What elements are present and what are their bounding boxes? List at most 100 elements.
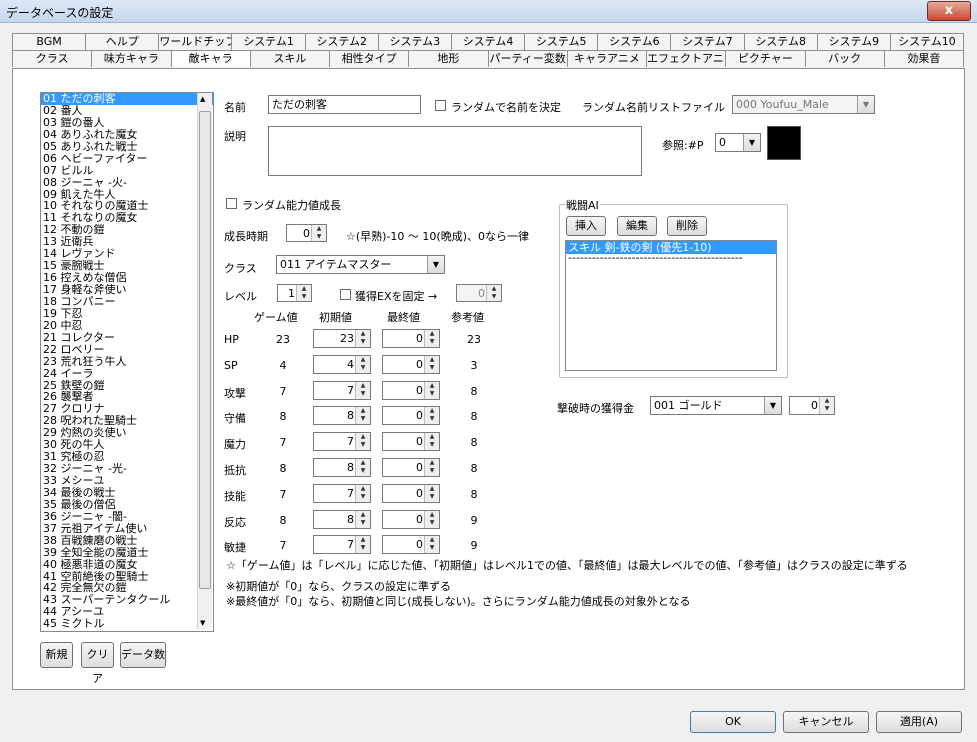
list-item[interactable]: 42 完全無欠の鎧 xyxy=(41,582,213,594)
stat-final-stepper[interactable]: 0 ▲ ▼ xyxy=(382,354,440,374)
stat-final-stepper[interactable]: 0 ▲ ▼ xyxy=(382,483,440,503)
tab-tabs_row2-7[interactable]: キャラアニメ xyxy=(566,50,647,67)
list-item[interactable]: 40 極悪非道の魔女 xyxy=(41,559,213,571)
tab-tabs_row1-7[interactable]: システム5 xyxy=(524,33,599,50)
gold-amount-stepper[interactable]: 0 ▲ ▼ xyxy=(789,396,835,415)
list-item[interactable]: 09 飢えた牛人 xyxy=(41,189,213,201)
stepper-arrows-icon[interactable]: ▲ ▼ xyxy=(355,381,370,399)
list-item[interactable]: 24 イーラ xyxy=(41,368,213,380)
list-item[interactable]: 32 ジーニャ -光- xyxy=(41,463,213,475)
stat-initial-stepper[interactable]: 23 ▲ ▼ xyxy=(313,329,371,348)
list-item[interactable]: 10 それなりの魔道士 xyxy=(41,200,213,212)
stepper-arrows-icon[interactable]: ▲ ▼ xyxy=(355,355,370,373)
close-button[interactable]: x xyxy=(927,1,971,21)
list-item[interactable]: 36 ジーニャ -闇- xyxy=(41,511,213,523)
stepper-arrows-icon[interactable]: ▲ ▼ xyxy=(311,225,326,241)
stepper-arrows-icon[interactable]: ▲ ▼ xyxy=(424,459,439,476)
list-item[interactable]: 27 クロリナ xyxy=(41,403,213,415)
list-item[interactable]: 17 身軽な斧使い xyxy=(41,284,213,296)
ai-delete-button[interactable]: 削除 xyxy=(667,216,707,236)
list-item[interactable]: 25 鉄壁の鎧 xyxy=(41,380,213,392)
chevron-down-icon[interactable]: ▼ xyxy=(743,134,760,151)
tab-tabs_row2-10[interactable]: バック xyxy=(804,50,885,67)
ai-list-separator[interactable]: ----------------------------------------… xyxy=(566,254,776,262)
list-item[interactable]: 35 最後の僧侶 xyxy=(41,499,213,511)
list-item[interactable]: 18 コンパニー xyxy=(41,296,213,308)
stat-initial-stepper[interactable]: 8 ▲ ▼ xyxy=(313,458,371,477)
stepper-arrows-icon[interactable]: ▲ ▼ xyxy=(424,355,439,373)
random-growth-checkbox[interactable] xyxy=(226,198,237,209)
list-item[interactable]: 05 ありふれた戦士 xyxy=(41,141,213,153)
tab-tabs_row2-0[interactable]: クラス xyxy=(12,50,93,67)
stepper-arrows-icon[interactable]: ▲ ▼ xyxy=(355,510,370,528)
stepper-arrows-icon[interactable]: ▲ ▼ xyxy=(424,330,439,347)
fix-ex-checkbox[interactable] xyxy=(340,289,351,300)
list-item[interactable]: 16 控えめな僧侶 xyxy=(41,272,213,284)
list-item[interactable]: 15 豪腕戦士 xyxy=(41,260,213,272)
list-item[interactable]: 22 ロベリー xyxy=(41,344,213,356)
list-item[interactable]: 26 襲撃者 xyxy=(41,391,213,403)
tab-tabs_row1-2[interactable]: ワールドチップ xyxy=(158,33,233,50)
stepper-arrows-icon[interactable]: ▲ ▼ xyxy=(296,285,311,301)
tab-tabs_row1-5[interactable]: システム3 xyxy=(377,33,452,50)
list-scrollbar[interactable]: ▲ ▼ xyxy=(197,93,212,629)
tab-tabs_row2-5[interactable]: 地形 xyxy=(408,50,489,67)
stepper-arrows-icon[interactable]: ▲ ▼ xyxy=(424,536,439,554)
stepper-arrows-icon[interactable]: ▲ ▼ xyxy=(355,459,370,476)
tab-tabs_row1-10[interactable]: システム8 xyxy=(743,33,818,50)
ai-insert-button[interactable]: 挿入 xyxy=(566,216,606,236)
stepper-arrows-icon[interactable]: ▲ ▼ xyxy=(355,433,370,451)
reference-select[interactable]: 0 ▼ xyxy=(715,133,761,152)
list-item[interactable]: 38 百戦錬磨の戦士 xyxy=(41,535,213,547)
chevron-down-icon[interactable]: ▼ xyxy=(427,256,444,273)
stepper-arrows-icon[interactable]: ▲ ▼ xyxy=(355,536,370,554)
description-textarea[interactable] xyxy=(268,126,642,176)
tab-tabs_row2-3[interactable]: スキル xyxy=(249,50,330,67)
list-item[interactable]: 43 スーパーテンタクール xyxy=(41,594,213,606)
ai-list-item[interactable]: スキル 剣-鉄の剣 (優先1-10) xyxy=(566,241,776,254)
stat-final-stepper[interactable]: 0 ▲ ▼ xyxy=(382,329,440,348)
list-item[interactable]: 13 近衛兵 xyxy=(41,236,213,248)
stat-final-stepper[interactable]: 0 ▲ ▼ xyxy=(382,535,440,555)
stat-initial-stepper[interactable]: 7 ▲ ▼ xyxy=(313,535,371,555)
fix-ex-stepper[interactable]: 0 ▲ ▼ xyxy=(456,284,502,302)
tab-tabs_row2-4[interactable]: 相性タイプ xyxy=(329,50,410,67)
reference-color-swatch[interactable] xyxy=(767,126,801,160)
cancel-button[interactable]: キャンセル xyxy=(783,711,869,733)
stat-initial-stepper[interactable]: 7 ▲ ▼ xyxy=(313,432,371,452)
growth-stepper[interactable]: 0 ▲ ▼ xyxy=(286,224,327,242)
list-item[interactable]: 01 ただの刺客 xyxy=(41,93,213,105)
list-item[interactable]: 12 不動の鎧 xyxy=(41,224,213,236)
scroll-thumb[interactable] xyxy=(199,111,211,589)
scroll-down-icon[interactable]: ▼ xyxy=(200,619,205,627)
list-item[interactable]: 41 空前絶後の聖騎士 xyxy=(41,571,213,583)
list-item[interactable]: 30 死の牛人 xyxy=(41,439,213,451)
ai-edit-button[interactable]: 編集 xyxy=(617,216,657,236)
list-item[interactable]: 03 鎧の番人 xyxy=(41,117,213,129)
stepper-arrows-icon[interactable]: ▲ ▼ xyxy=(424,381,439,399)
stepper-arrows-icon[interactable]: ▲ ▼ xyxy=(486,285,501,301)
stepper-arrows-icon[interactable]: ▲ ▼ xyxy=(424,510,439,528)
scroll-up-icon[interactable]: ▲ xyxy=(200,95,205,103)
tab-tabs_row2-11[interactable]: 効果音 xyxy=(883,50,964,67)
tab-tabs_row1-12[interactable]: システム10 xyxy=(889,33,965,50)
list-item[interactable]: 08 ジーニャ -火- xyxy=(41,177,213,189)
random-name-list-select[interactable]: 000 Youfuu_Male ▼ xyxy=(732,95,875,114)
tab-tabs_row1-8[interactable]: システム6 xyxy=(597,33,672,50)
list-item[interactable]: 39 全知全能の魔道士 xyxy=(41,547,213,559)
new-button[interactable]: 新規 xyxy=(40,642,73,668)
list-item[interactable]: 06 ヘビーファイター xyxy=(41,153,213,165)
stat-final-stepper[interactable]: 0 ▲ ▼ xyxy=(382,380,440,400)
list-item[interactable]: 04 ありふれた魔女 xyxy=(41,129,213,141)
stat-initial-stepper[interactable]: 8 ▲ ▼ xyxy=(313,509,371,529)
tab-tabs_row2-2[interactable]: 敵キャラ xyxy=(170,50,251,67)
list-item[interactable]: 34 最後の戦士 xyxy=(41,487,213,499)
list-item[interactable]: 14 レヴァンド xyxy=(41,248,213,260)
stat-initial-stepper[interactable]: 8 ▲ ▼ xyxy=(313,406,371,426)
stat-initial-stepper[interactable]: 4 ▲ ▼ xyxy=(313,354,371,374)
tab-tabs_row2-9[interactable]: ピクチャー xyxy=(725,50,806,67)
stat-final-stepper[interactable]: 0 ▲ ▼ xyxy=(382,458,440,477)
list-item[interactable]: 20 中忍 xyxy=(41,320,213,332)
stepper-arrows-icon[interactable]: ▲ ▼ xyxy=(424,407,439,425)
tab-tabs_row2-6[interactable]: パーティー変数 xyxy=(487,50,568,67)
